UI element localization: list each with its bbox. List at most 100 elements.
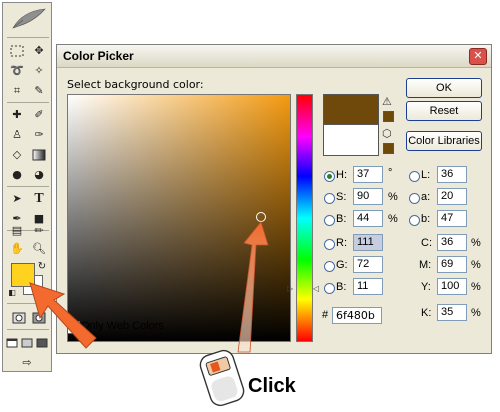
crop-icon[interactable]: ⌗ xyxy=(7,81,27,100)
brightness-radio[interactable] xyxy=(324,215,335,226)
saturation-field[interactable]: 90 xyxy=(353,188,383,205)
green-label: G: xyxy=(336,259,348,271)
hex-label: # xyxy=(322,309,329,321)
close-button[interactable]: ✕ xyxy=(469,48,487,65)
yellow-unit: % xyxy=(471,281,481,293)
hue-field[interactable]: 37 xyxy=(353,166,383,183)
toolbox-divider xyxy=(7,37,49,38)
a-channel-field[interactable]: 20 xyxy=(437,188,467,205)
foreground-color-swatch[interactable] xyxy=(11,263,35,287)
jump-to-imageready-icon[interactable]: ⇨ xyxy=(17,353,37,372)
color-libraries-button[interactable]: Color Libraries xyxy=(406,131,482,151)
new-color-swatch xyxy=(323,94,379,125)
cyan-field[interactable]: 36 xyxy=(437,234,467,251)
yellow-field[interactable]: 100 xyxy=(437,278,467,295)
cyan-unit: % xyxy=(471,237,481,249)
blue-label: B: xyxy=(336,281,347,293)
b-channel-field[interactable]: 47 xyxy=(437,210,467,227)
red-label: R: xyxy=(336,237,347,249)
a-channel-radio[interactable] xyxy=(409,193,420,204)
blur-icon[interactable]: ● xyxy=(7,165,27,184)
out-of-gamut-warning-icon[interactable]: ⚠ xyxy=(382,95,392,108)
red-radio[interactable] xyxy=(324,239,335,250)
black-label: K: xyxy=(421,307,432,319)
lightness-label: L: xyxy=(421,169,431,181)
move-icon[interactable]: ✥ xyxy=(29,41,49,60)
history-brush-icon[interactable]: ✑ xyxy=(29,125,49,144)
magenta-label: M: xyxy=(419,259,432,271)
screen-mode-standard-icon[interactable] xyxy=(5,333,19,352)
magic-wand-icon[interactable]: ✧ xyxy=(29,61,49,80)
green-radio[interactable] xyxy=(324,261,335,272)
stamp-icon[interactable]: ♙ xyxy=(7,125,27,144)
dialog-titlebar[interactable]: Color Picker ✕ xyxy=(57,45,491,68)
hue-label: H: xyxy=(336,169,347,181)
toolbox: ✥ ➰ ✧ ⌗ ✎ ✚ ✐ ♙ ✑ ◇ ● ◕ ➤ T ✒ ■ ▤ ✏ ✋ 🔍︎… xyxy=(2,2,52,372)
green-field[interactable]: 72 xyxy=(353,256,383,273)
cyan-label: C: xyxy=(421,237,432,249)
magenta-unit: % xyxy=(471,259,481,271)
healing-icon[interactable]: ✚ xyxy=(7,105,27,124)
color-picker-circle[interactable] xyxy=(256,212,266,222)
not-web-safe-icon[interactable]: ⬡ xyxy=(382,127,392,140)
dodge-icon[interactable]: ◕ xyxy=(29,165,49,184)
blue-field[interactable]: 11 xyxy=(353,278,383,295)
black-unit: % xyxy=(471,307,481,319)
brush-icon[interactable]: ✐ xyxy=(29,105,49,124)
ok-button[interactable]: OK xyxy=(406,78,482,98)
notes-icon[interactable]: ▤ xyxy=(7,221,27,240)
toolbox-divider xyxy=(7,329,49,330)
zoom-icon[interactable]: 🔍︎ xyxy=(29,239,49,258)
brightness-label: B: xyxy=(336,213,347,225)
saturation-label: S: xyxy=(336,191,347,203)
dialog-title: Color Picker xyxy=(63,49,134,63)
hue-slider[interactable] xyxy=(296,94,313,342)
lasso-icon[interactable]: ➰ xyxy=(7,61,27,80)
color-field[interactable] xyxy=(67,94,291,342)
color-picker-dialog: Color Picker ✕ Select background color: … xyxy=(56,44,492,354)
b-channel-radio[interactable] xyxy=(409,215,420,226)
screen-mode-full-icon[interactable] xyxy=(35,333,49,352)
lightness-radio[interactable] xyxy=(409,171,420,182)
only-web-colors-checkbox[interactable] xyxy=(67,321,80,334)
path-select-icon[interactable]: ➤ xyxy=(7,189,27,208)
magenta-field[interactable]: 69 xyxy=(437,256,467,273)
marquee-icon[interactable] xyxy=(7,41,27,60)
toolbox-divider xyxy=(7,102,49,103)
hand-icon[interactable]: ✋ xyxy=(7,239,27,258)
feather-logo-icon xyxy=(12,8,46,29)
mouse-click-icon xyxy=(199,349,245,407)
saturation-radio[interactable] xyxy=(324,193,335,204)
type-icon[interactable]: T xyxy=(29,189,49,208)
hue-radio[interactable] xyxy=(324,171,335,182)
click-label: Click xyxy=(248,375,296,397)
current-color-swatch[interactable] xyxy=(323,124,379,156)
blue-radio[interactable] xyxy=(324,283,335,294)
red-field[interactable]: 111 xyxy=(353,234,383,251)
select-color-prompt: Select background color: xyxy=(67,78,204,91)
toolbox-divider xyxy=(7,186,49,187)
eyedropper-icon[interactable]: ✏ xyxy=(29,221,49,240)
standard-mode-icon[interactable] xyxy=(9,308,29,327)
swap-colors-icon[interactable]: ↻ xyxy=(35,259,49,273)
slice-icon[interactable]: ✎ xyxy=(29,81,49,100)
hue-slider-left-arrow-icon[interactable]: ▷ xyxy=(287,284,293,293)
gradient-icon[interactable] xyxy=(29,145,49,164)
quick-mask-icon[interactable] xyxy=(29,308,49,327)
web-safe-swatch[interactable] xyxy=(383,143,394,154)
default-colors-icon[interactable]: ◧ xyxy=(7,287,17,297)
lightness-field[interactable]: 36 xyxy=(437,166,467,183)
saturation-unit: % xyxy=(388,191,398,203)
toolbox-divider xyxy=(7,303,49,304)
a-channel-label: a: xyxy=(421,191,431,203)
black-field[interactable]: 35 xyxy=(437,304,467,321)
brightness-field[interactable]: 44 xyxy=(353,210,383,227)
screen-mode-menu-icon[interactable] xyxy=(20,333,34,352)
hex-field[interactable]: 6f480b xyxy=(332,307,382,324)
only-web-colors-label: Only Web Colors xyxy=(81,320,164,332)
gamut-correction-swatch[interactable] xyxy=(383,111,394,122)
eraser-icon[interactable]: ◇ xyxy=(7,145,27,164)
hue-slider-right-arrow-icon[interactable]: ◁ xyxy=(313,284,319,293)
reset-button[interactable]: Reset xyxy=(406,101,482,121)
b-channel-label: b: xyxy=(421,213,431,225)
